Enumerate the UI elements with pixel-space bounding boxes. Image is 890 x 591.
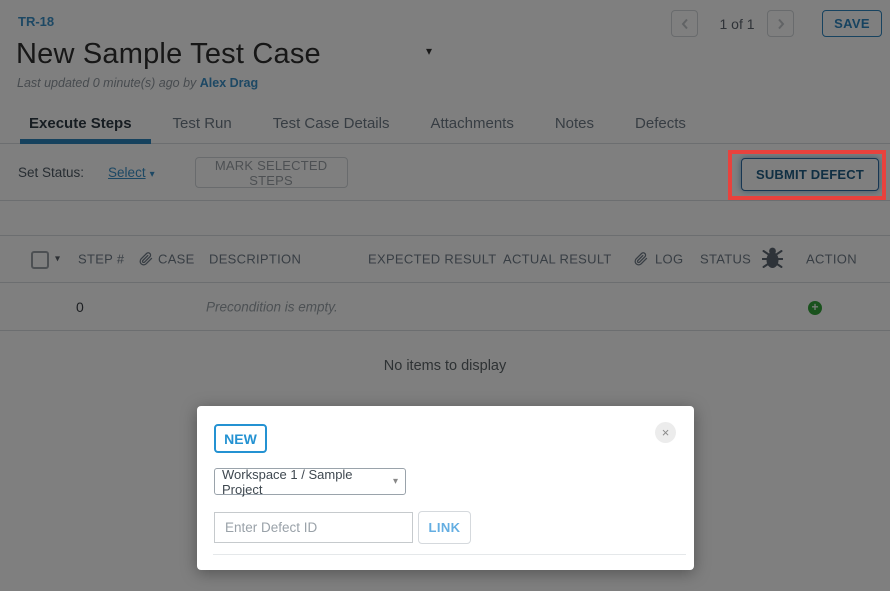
close-icon[interactable]: × <box>655 422 676 443</box>
link-defect-button[interactable]: LINK <box>418 511 471 544</box>
workspace-project-dropdown[interactable]: Workspace 1 / Sample Project ▾ <box>214 468 406 495</box>
modal-footer-divider <box>213 554 686 555</box>
defect-id-input[interactable] <box>214 512 413 543</box>
caret-down-icon: ▾ <box>393 476 398 487</box>
test-execution-page: TR-18 New Sample Test Case ▾ Last update… <box>0 0 890 591</box>
submit-defect-modal: NEW × Workspace 1 / Sample Project ▾ LIN… <box>197 406 694 570</box>
workspace-selected-option: Workspace 1 / Sample Project <box>222 467 393 497</box>
new-defect-button[interactable]: NEW <box>214 424 267 453</box>
